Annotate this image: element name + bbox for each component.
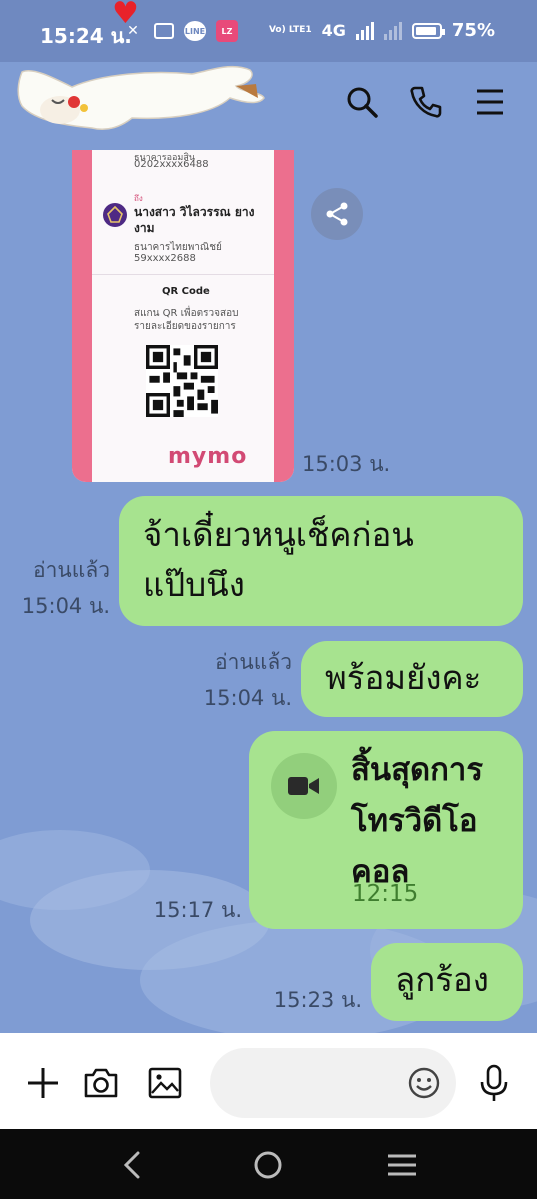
slip-divider <box>92 274 274 275</box>
slip-border-right <box>274 150 294 482</box>
message-bubble[interactable]: ลูกร้อง <box>371 943 523 1021</box>
notification-icons: ✕ LINE LZ <box>122 20 238 42</box>
call-status-line: โทรวิดีโอ <box>351 803 478 839</box>
message-text: แป๊บนึง <box>143 565 245 604</box>
chat-header <box>0 62 537 150</box>
message-time: 15:23 น. <box>273 988 362 1012</box>
video-call-icon-circle <box>271 753 337 819</box>
phone-icon[interactable] <box>408 84 444 120</box>
message-text: ลูกร้อง <box>395 960 489 999</box>
system-icons: Vo) LTE1 4G 75% <box>269 20 495 41</box>
message-bubble[interactable]: จ้าเดี๋ยวหนูเช็คก่อน แป๊บนึง <box>119 496 523 626</box>
share-button[interactable] <box>311 188 363 240</box>
emoji-icon[interactable] <box>406 1065 442 1101</box>
slip-qr-title: QR Code <box>162 286 210 297</box>
qr-code-icon <box>146 345 218 417</box>
back-icon[interactable] <box>114 1147 150 1183</box>
scb-bank-logo-icon <box>103 203 127 227</box>
recents-icon[interactable] <box>384 1147 420 1183</box>
signal-icon-sim2 <box>383 21 402 40</box>
read-receipt: อ่านแล้ว <box>215 650 292 674</box>
status-bar: 15:24 น. ♥ ✕ LINE LZ Vo) LTE1 4G 75% <box>0 0 537 62</box>
slip-border-left <box>72 150 92 482</box>
slip-content: ธนาคารออมสิน 0202xxxx6488 ถึง นางสาว วิไ… <box>92 150 274 482</box>
network-type: 4G <box>321 21 346 40</box>
chat-input-bar <box>0 1033 537 1129</box>
battery-icon <box>411 22 445 39</box>
call-duration: 12:15 <box>352 881 419 907</box>
slip-account-top: 0202xxxx6488 <box>134 159 209 170</box>
lazada-icon: LZ <box>216 20 238 42</box>
video-camera-icon <box>288 777 319 795</box>
x-app-icon: ✕ <box>127 23 139 39</box>
message-time: 15:04 น. <box>21 594 110 618</box>
home-icon[interactable] <box>250 1147 286 1183</box>
mic-icon[interactable] <box>476 1064 512 1101</box>
slip-qr-desc-2: รายละเอียดของรายการ <box>134 321 236 332</box>
mymo-logo: mymo <box>168 444 248 469</box>
slip-recipient-name: นางสาว วิไลวรรณ ยาง งาม <box>134 205 255 235</box>
share-icon <box>326 202 348 226</box>
battery-level: 75% <box>451 20 495 41</box>
message-time: 15:17 น. <box>153 898 242 922</box>
search-icon[interactable] <box>344 84 380 120</box>
call-status-line: สิ้นสุดการ <box>351 752 483 788</box>
message-time: 15:04 น. <box>203 686 292 710</box>
read-receipt: อ่านแล้ว <box>33 558 110 582</box>
message-time: 15:03 น. <box>302 452 391 476</box>
system-nav-bar <box>0 1129 537 1199</box>
slip-image-message[interactable]: ธนาคารออมสิน 0202xxxx6488 ถึง นางสาว วิไ… <box>72 150 294 482</box>
mail-icon <box>154 23 174 39</box>
slip-recipient-account: 59xxxx2688 <box>134 253 196 264</box>
call-bubble[interactable]: สิ้นสุดการ โทรวิดีโอ คอล 12:15 <box>249 731 523 929</box>
image-icon[interactable] <box>147 1065 183 1101</box>
call-status-text: สิ้นสุดการ โทรวิดีโอ คอล <box>351 745 483 898</box>
cat-banner-icon <box>17 65 265 130</box>
line-app-icon: LINE <box>184 21 206 41</box>
signal-icon <box>355 21 374 40</box>
menu-icon[interactable] <box>472 84 508 120</box>
volte-icon: Vo) LTE1 <box>268 25 312 35</box>
message-text: จ้าเดี๋ยวหนูเช็คก่อน <box>143 515 414 554</box>
message-bubble[interactable]: พร้อมยังคะ <box>301 641 523 717</box>
camera-icon[interactable] <box>83 1065 119 1101</box>
plus-icon[interactable] <box>25 1065 61 1101</box>
message-text: พร้อมยังคะ <box>325 658 482 697</box>
